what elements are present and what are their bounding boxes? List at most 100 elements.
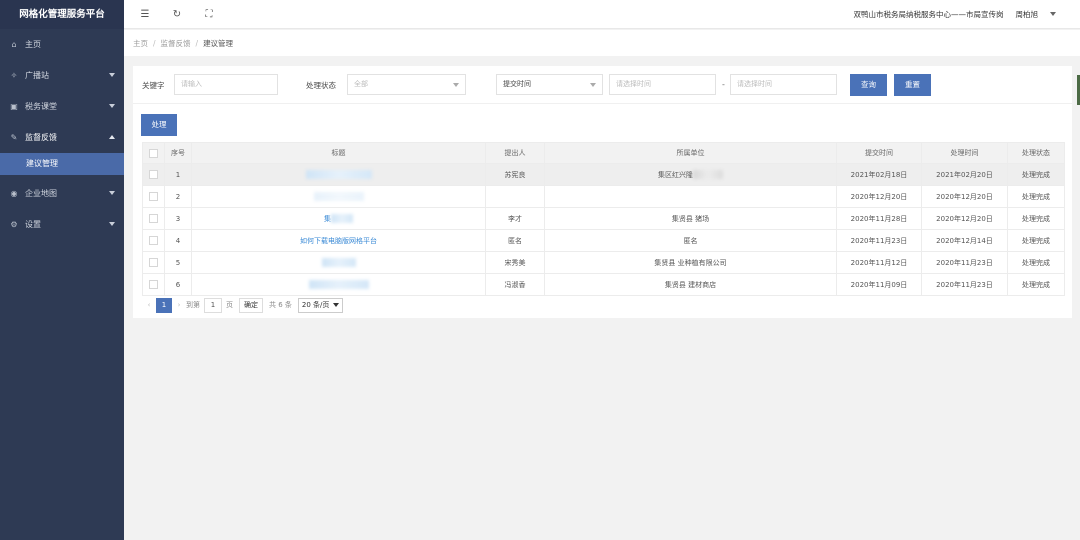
chevron-down-icon	[109, 191, 115, 195]
time-field-select[interactable]: 提交时间	[496, 74, 603, 95]
breadcrumb-feedback[interactable]: 监督反馈	[161, 38, 191, 49]
column-header: 所属单位	[544, 142, 837, 164]
sidebar-item-settings[interactable]: ⚙ 设置	[0, 209, 124, 240]
row-proposer: 宋秀美	[485, 251, 545, 274]
location-icon: ◉	[10, 189, 18, 198]
sidebar-item-label: 监督反馈	[25, 133, 57, 142]
status-select-value: 全部	[354, 80, 368, 88]
sidebar-item-map[interactable]: ◉ 企业地图	[0, 178, 124, 209]
keyword-input[interactable]: 请输入	[174, 74, 278, 95]
breadcrumb-separator: /	[195, 38, 199, 48]
row-proposer: 冯淑香	[485, 273, 545, 296]
user-menu[interactable]: 周柏旭	[1015, 9, 1056, 20]
row-checkbox[interactable]	[149, 280, 158, 289]
row-submit-time: 2021年02月18日	[836, 163, 922, 186]
prev-page-icon[interactable]: ‹	[142, 301, 156, 309]
row-handled-time: 2021年02月20日	[921, 163, 1008, 186]
table-row[interactable]: 6 冯淑香 集贤县 建材商店 2020年11月09日 2020年11月23日 处…	[142, 273, 1065, 296]
table-row[interactable]: 5 宋秀美 集贤县 业种植有限公司 2020年11月12日 2020年11月23…	[142, 251, 1065, 274]
row-title[interactable]	[191, 163, 486, 186]
sidebar-item-tax-class[interactable]: ▣ 税务课堂	[0, 91, 124, 122]
row-status: 处理完成	[1007, 207, 1065, 230]
select-all-cell[interactable]	[142, 142, 165, 164]
row-proposer	[485, 185, 545, 208]
sidebar-item-feedback[interactable]: ✎ 监督反馈	[0, 122, 124, 153]
process-button[interactable]: 处理	[141, 114, 177, 136]
row-status: 处理完成	[1007, 185, 1065, 208]
video-icon: ▣	[10, 102, 18, 111]
start-date-input[interactable]: 请选择时间	[609, 74, 716, 95]
chevron-down-icon	[453, 83, 459, 87]
end-date-input[interactable]: 请选择时间	[730, 74, 837, 95]
redacted-title	[331, 214, 353, 223]
page-unit-label: 页	[226, 301, 233, 309]
edit-icon: ✎	[10, 133, 18, 142]
chevron-down-icon	[590, 83, 596, 87]
row-checkbox[interactable]	[149, 192, 158, 201]
refresh-icon[interactable]: ↻	[161, 0, 193, 29]
column-header: 处理状态	[1007, 142, 1065, 164]
status-label: 处理状态	[306, 81, 336, 90]
breadcrumb-home[interactable]: 主页	[133, 38, 148, 49]
row-status: 处理完成	[1007, 251, 1065, 274]
row-title[interactable]: 如何下载电脑版网格平台	[191, 229, 486, 252]
table-row[interactable]: 4 如何下载电脑版网格平台 匿名 匿名 2020年11月23日 2020年12月…	[142, 229, 1065, 252]
breadcrumb-separator: /	[153, 38, 156, 48]
table-row[interactable]: 3 集 李才 集贤县 猪场 2020年11月28日 2020年12月20日 处理…	[142, 207, 1065, 230]
row-handled-time: 2020年12月20日	[921, 207, 1008, 230]
goto-label: 到第	[186, 301, 200, 309]
table-row[interactable]: 2 2020年12月20日 2020年12月20日 处理完成	[142, 185, 1065, 208]
date-range-dash: -	[722, 80, 725, 89]
row-submit-time: 2020年12月20日	[836, 185, 922, 208]
row-status: 处理完成	[1007, 273, 1065, 296]
row-title[interactable]: 集	[191, 207, 486, 230]
menu-toggle-icon[interactable]: ☰	[129, 0, 161, 29]
sidebar-subitem-suggestion[interactable]: 建议管理	[0, 153, 124, 175]
row-checkbox[interactable]	[149, 236, 158, 245]
page-number-current[interactable]: 1	[156, 297, 172, 313]
row-unit: 集贤县 建材商店	[544, 273, 837, 296]
chevron-down-icon	[109, 104, 115, 108]
fullscreen-icon[interactable]: ⛶	[193, 0, 225, 29]
column-header: 序号	[164, 142, 192, 164]
content-card: 关键字 请输入 处理状态 全部 提交时间 请选择时间 - 请选择时间 查询 重置…	[133, 66, 1072, 318]
broadcast-icon: ✧	[10, 71, 18, 80]
goto-page-input[interactable]: 1	[204, 297, 222, 313]
goto-confirm-button[interactable]: 确定	[239, 297, 263, 313]
row-proposer: 李才	[485, 207, 545, 230]
row-title[interactable]	[191, 185, 486, 208]
row-unit: 集贤县 猪场	[544, 207, 837, 230]
org-name: 双鸭山市税务局纳税服务中心——市局宣传岗	[853, 9, 1004, 19]
page-size-select[interactable]: 20 条/页	[297, 297, 344, 313]
total-count: 共 6 条	[269, 301, 292, 309]
top-bar: ☰ ↻ ⛶ 双鸭山市税务局纳税服务中心——市局宣传岗 周柏旭	[124, 0, 1080, 29]
row-title[interactable]	[191, 251, 486, 274]
row-unit: 集区红兴隆	[544, 163, 837, 186]
row-status: 处理完成	[1007, 163, 1065, 186]
keyword-label: 关键字	[142, 81, 165, 90]
chevron-up-icon	[109, 135, 115, 139]
pagination: ‹ 1 › 到第 1 页 确定 共 6 条 20 条/页	[142, 297, 344, 313]
select-all-checkbox[interactable]	[149, 148, 158, 158]
user-name: 周柏旭	[1015, 9, 1039, 19]
status-select[interactable]: 全部	[347, 74, 466, 95]
chevron-down-icon	[1050, 12, 1056, 16]
next-page-icon[interactable]: ›	[172, 301, 186, 309]
row-checkbox[interactable]	[149, 214, 158, 223]
filter-bar: 关键字 请输入 处理状态 全部 提交时间 请选择时间 - 请选择时间 查询 重置	[133, 66, 1072, 104]
sidebar-item-home[interactable]: ⌂ 主页	[0, 29, 124, 60]
row-number: 3	[164, 207, 192, 230]
column-header: 提出人	[485, 142, 545, 164]
query-button[interactable]: 查询	[850, 74, 887, 96]
row-submit-time: 2020年11月28日	[836, 207, 922, 230]
home-icon: ⌂	[11, 40, 17, 49]
sidebar-item-broadcast[interactable]: ✧ 广播站	[0, 60, 124, 91]
sidebar-item-label: 企业地图	[25, 189, 57, 198]
row-checkbox[interactable]	[149, 258, 158, 267]
chevron-down-icon	[333, 303, 340, 307]
row-title[interactable]	[191, 273, 486, 296]
reset-button[interactable]: 重置	[894, 74, 931, 96]
row-proposer: 匿名	[485, 229, 545, 252]
row-checkbox[interactable]	[149, 170, 158, 179]
table-row[interactable]: 1 苏宪良 集区红兴隆 2021年02月18日 2021年02月20日 处理完成	[142, 163, 1065, 186]
